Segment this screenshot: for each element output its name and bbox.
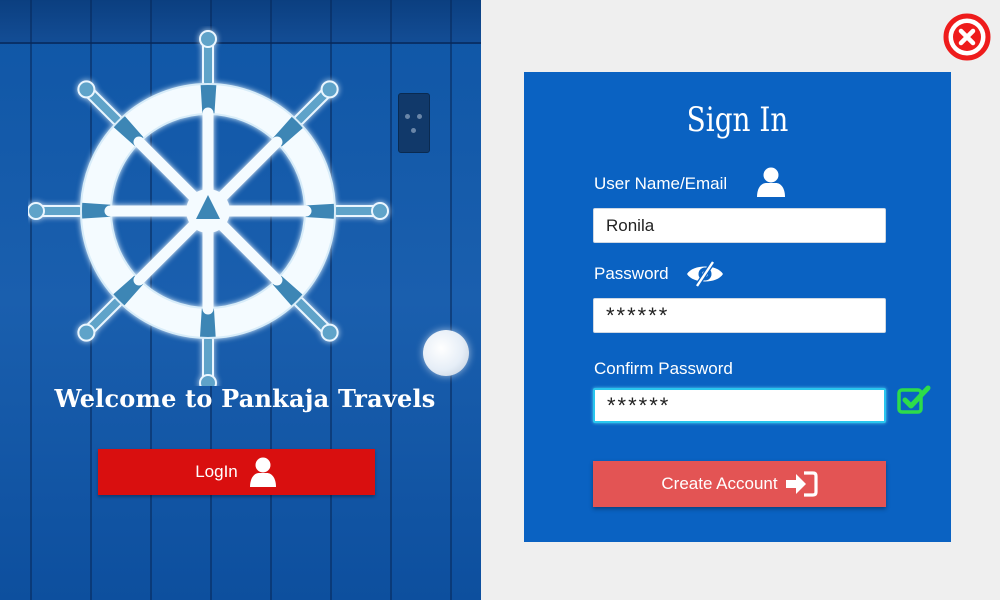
welcome-panel: Welcome to Pankaja Travels LogIn xyxy=(0,0,481,600)
check-square-icon xyxy=(897,385,931,414)
sign-in-icon xyxy=(785,471,818,497)
eye-slash-icon[interactable] xyxy=(685,260,725,288)
close-circle-icon[interactable] xyxy=(943,13,991,61)
password-label: Password xyxy=(594,264,669,283)
signin-card: Sign In User Name/Email Password Confirm… xyxy=(524,72,951,542)
door-knob xyxy=(423,330,469,376)
signin-title: Sign In xyxy=(686,100,789,140)
confirm-password-label: Confirm Password xyxy=(594,359,733,378)
welcome-heading: Welcome to Pankaja Travels xyxy=(54,384,436,413)
create-account-label: Create Account xyxy=(661,474,778,493)
door-latch xyxy=(398,93,430,153)
login-button[interactable]: LogIn xyxy=(98,449,375,495)
user-icon xyxy=(757,167,785,197)
login-button-label: LogIn xyxy=(195,462,238,481)
confirm-password-field[interactable] xyxy=(593,388,886,423)
ship-wheel-image xyxy=(28,30,389,386)
username-field[interactable] xyxy=(593,208,886,243)
user-icon xyxy=(249,457,276,487)
password-field[interactable] xyxy=(593,298,886,333)
username-label: User Name/Email xyxy=(594,174,728,193)
create-account-button[interactable]: Create Account xyxy=(593,461,886,507)
